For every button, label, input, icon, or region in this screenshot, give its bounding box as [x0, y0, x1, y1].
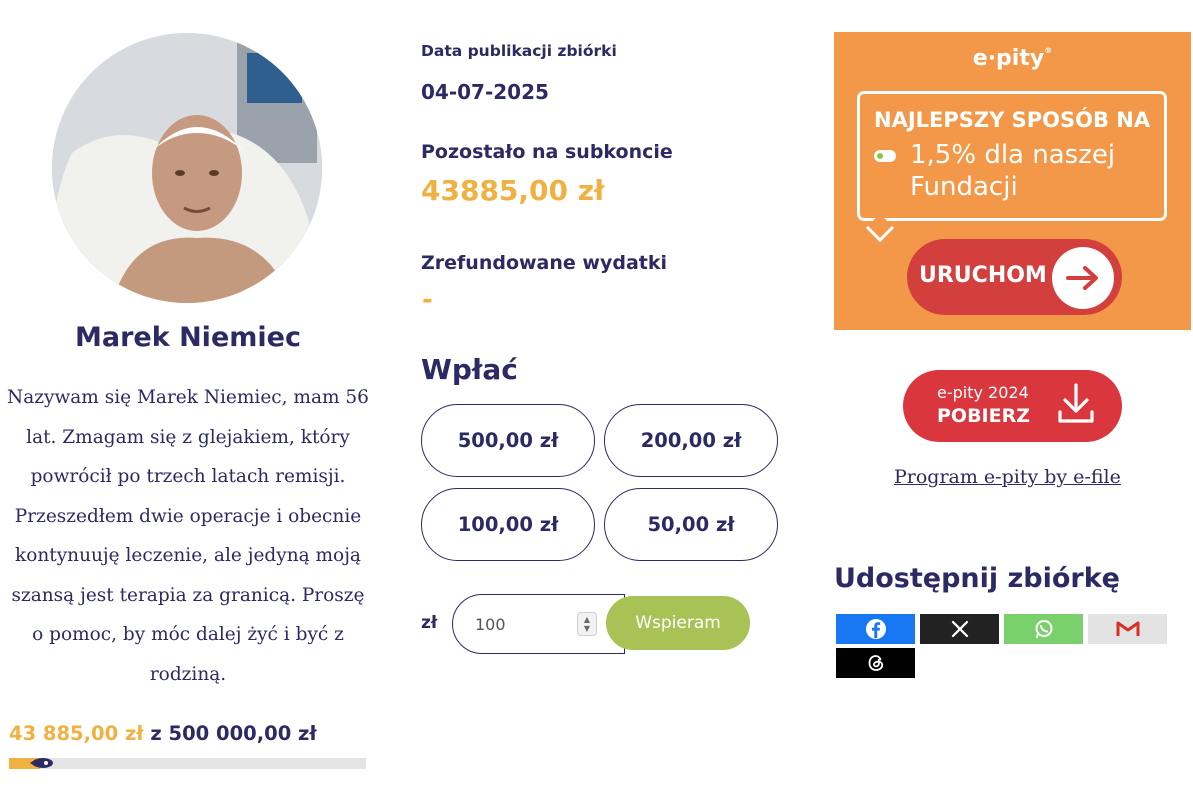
share-title: Udostępnij zbiórkę — [834, 563, 1120, 594]
program-link[interactable]: Program e-pity by e-file — [894, 466, 1121, 488]
facebook-icon — [865, 619, 886, 639]
gmail-icon — [1116, 621, 1139, 636]
speech-tail — [865, 213, 895, 243]
patient-photo — [52, 33, 322, 303]
custom-amount-input[interactable] — [475, 612, 575, 636]
download-icon — [1058, 383, 1094, 423]
progress-of: z — [150, 722, 162, 745]
remaining-value: 43885,00 zł — [421, 174, 605, 207]
share-threads-button[interactable] — [836, 648, 915, 678]
amount-button-50[interactable]: 50,00 zł — [604, 488, 778, 561]
publication-date: 04-07-2025 — [421, 80, 549, 104]
goal-amount: 500 000,00 zł — [168, 722, 317, 745]
remaining-label: Pozostało na subkoncie — [421, 141, 673, 163]
x-icon — [951, 620, 968, 638]
amount-button-100[interactable]: 100,00 zł — [421, 488, 595, 561]
publication-date-label: Data publikacji zbiórki — [421, 42, 617, 60]
download-button[interactable]: e-pity 2024 POBIERZ — [903, 370, 1122, 442]
amount-button-500[interactable]: 500,00 zł — [421, 404, 595, 477]
refunded-value: - — [422, 285, 433, 315]
rocket-icon — [30, 758, 53, 768]
banner-message-box: NAJLEPSZY SPOSÓB NA 1,5% dla naszej Fund… — [857, 91, 1167, 243]
download-line2: POBIERZ — [937, 405, 1031, 427]
currency-label: zł — [421, 613, 438, 633]
run-button[interactable]: URUCHOM — [907, 239, 1122, 315]
share-whatsapp-button[interactable] — [1004, 614, 1083, 644]
raised-amount: 43 885,00 zł — [9, 722, 144, 745]
amount-button-200[interactable]: 200,00 zł — [604, 404, 778, 477]
toggle-icon — [874, 150, 896, 162]
chevron-down-icon[interactable]: ▼ — [584, 624, 590, 633]
chevron-up-icon[interactable]: ▲ — [584, 615, 590, 624]
donate-title: Wpłać — [421, 353, 518, 386]
threads-icon — [868, 655, 883, 671]
share-facebook-button[interactable] — [836, 614, 915, 644]
run-button-label: URUCHOM — [919, 263, 1047, 288]
custom-amount-field: ▲ ▼ — [452, 594, 625, 654]
arrow-right-icon — [1052, 247, 1114, 309]
epity-logo: e·pity® — [972, 46, 1053, 71]
support-button[interactable]: Wspieram — [606, 596, 750, 650]
banner-text: 1,5% dla naszej Fundacji — [910, 140, 1116, 202]
whatsapp-icon — [1035, 620, 1052, 638]
progress-summary: 43 885,00 zł z 500 000,00 zł — [9, 722, 317, 745]
banner-headline: NAJLEPSZY SPOSÓB NA — [874, 108, 1151, 132]
patient-description: Nazywam się Marek Niemiec, mam 56 lat. Z… — [7, 387, 369, 685]
share-gmail-button[interactable] — [1088, 614, 1167, 644]
amount-stepper[interactable]: ▲ ▼ — [577, 612, 597, 636]
download-line1: e-pity 2024 — [937, 383, 1029, 402]
patient-name: Marek Niemiec — [75, 322, 301, 353]
progress-bar — [9, 758, 366, 769]
patient-photo-illustration — [52, 33, 322, 303]
share-x-button[interactable] — [920, 614, 999, 644]
refunded-label: Zrefundowane wydatki — [421, 252, 667, 274]
epity-banner[interactable]: e·pity® NAJLEPSZY SPOSÓB NA 1,5% dla nas… — [834, 32, 1191, 330]
